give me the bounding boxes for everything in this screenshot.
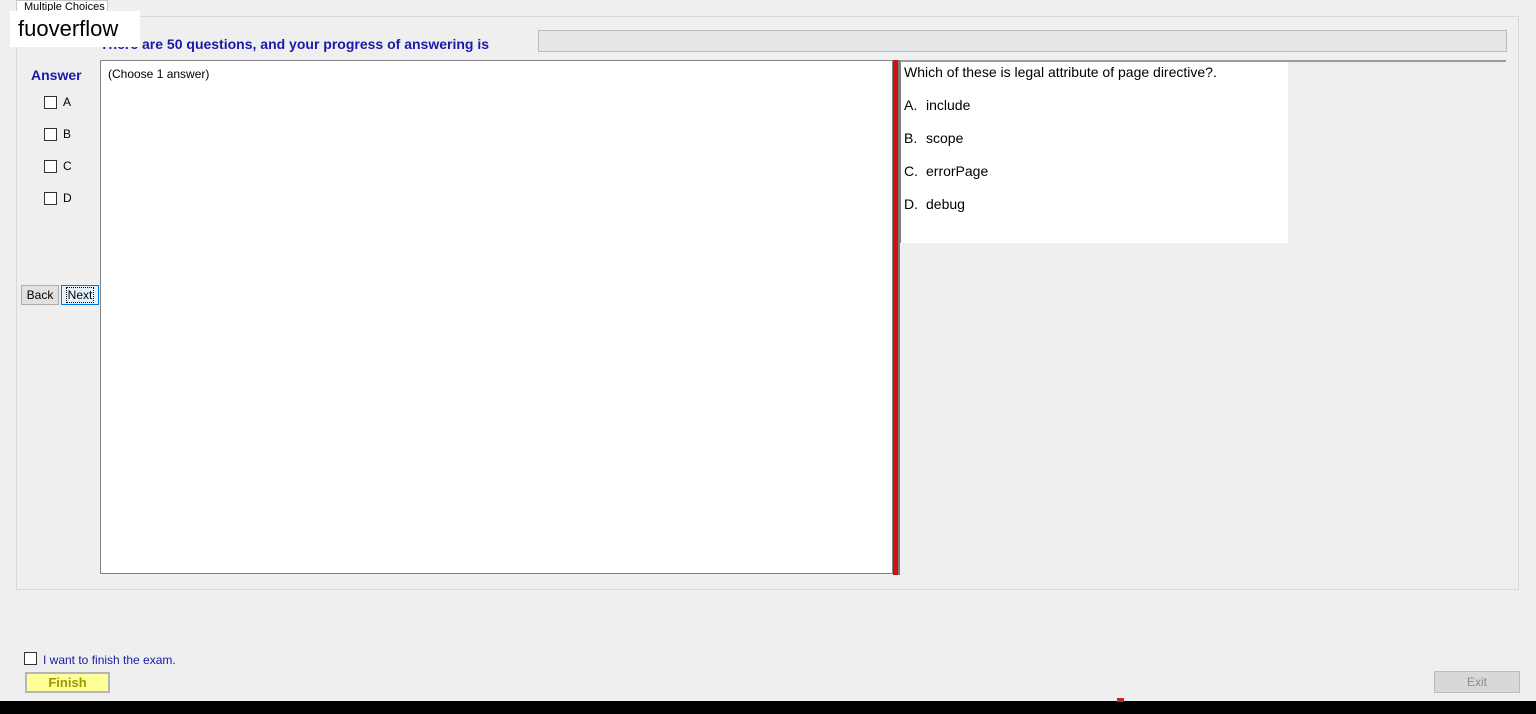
answer-option-c[interactable]: C: [44, 159, 72, 173]
answer-text-area[interactable]: (Choose 1 answer): [100, 60, 893, 574]
question-option-a-letter: A.: [904, 97, 918, 113]
checkbox-c[interactable]: [44, 159, 57, 173]
question-option-b-letter: B.: [904, 130, 918, 146]
question-text: Which of these is legal attribute of pag…: [904, 64, 1217, 80]
question-option-c-letter: C.: [904, 163, 918, 179]
answer-option-a[interactable]: A: [44, 95, 71, 109]
taskbar-indicator: [1117, 698, 1124, 702]
option-label-a: A: [63, 95, 72, 109]
next-button[interactable]: Next: [61, 285, 99, 305]
progress-bar: [538, 30, 1507, 52]
question-option-a: A. include: [904, 97, 970, 113]
question-option-b: B. scope: [904, 130, 963, 146]
back-button[interactable]: Back: [21, 285, 59, 305]
answer-label: Answer: [31, 67, 82, 83]
question-option-a-text: include: [926, 97, 971, 113]
progress-label: There are 50 questions, and your progres…: [100, 36, 489, 52]
answer-option-d[interactable]: D: [44, 191, 72, 205]
question-option-b-text: scope: [926, 130, 964, 146]
checkbox-a[interactable]: [44, 95, 57, 109]
question-option-c: C. errorPage: [904, 163, 988, 179]
option-label-d: D: [63, 191, 72, 205]
question-option-d-text: debug: [926, 196, 965, 212]
taskbar: [0, 701, 1536, 714]
question-box: Which of these is legal attribute of pag…: [900, 62, 1288, 243]
finish-exam-label[interactable]: I want to finish the exam.: [43, 653, 176, 667]
exit-button[interactable]: Exit: [1434, 671, 1520, 693]
finish-button[interactable]: Finish: [25, 672, 110, 693]
answer-option-b[interactable]: B: [44, 127, 71, 141]
checkbox-d[interactable]: [44, 191, 57, 205]
checkbox-b[interactable]: [44, 127, 57, 141]
watermark-label: fuoverflow: [10, 11, 140, 47]
option-label-c: C: [63, 159, 72, 173]
question-option-d-letter: D.: [904, 196, 918, 212]
question-option-c-text: errorPage: [926, 163, 989, 179]
next-button-label: Next: [65, 287, 95, 303]
option-label-b: B: [63, 127, 72, 141]
finish-exam-checkbox[interactable]: [24, 652, 37, 665]
question-option-d: D. debug: [904, 196, 965, 212]
